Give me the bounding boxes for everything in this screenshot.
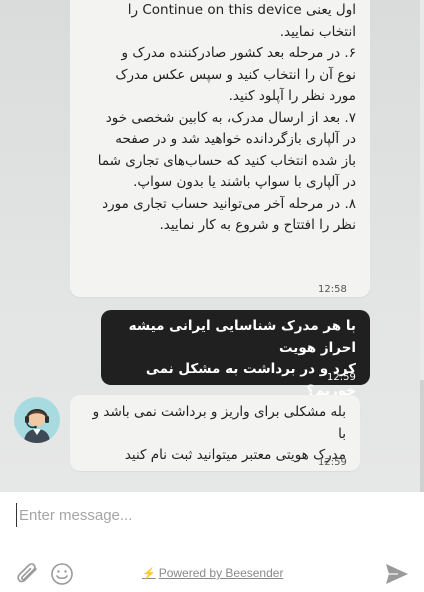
chat-history[interactable]: اول یعنی Continue on this device را انتخ…	[0, 0, 424, 492]
message-line: نوع آن را انتخاب کنید و سپس عکس مدرک	[115, 66, 356, 83]
agent-message-reply: بله مشکلی برای واریز و برداشت نمی باشد و…	[70, 395, 360, 471]
scrollbar-thumb[interactable]	[420, 380, 424, 492]
message-line: ۶. در مرحله بعد کشور صادرکننده مدرک و	[121, 45, 356, 61]
message-line: ۷. بعد از ارسال مدرک، به کابین شخصی خود	[105, 109, 356, 126]
message-line: در آلپاری بازگردانده خواهید شد و در صفحه	[115, 131, 356, 147]
smiley-icon[interactable]	[50, 562, 74, 590]
message-line: با هر مدرک شناسایی ایرانی میشه احراز هوی…	[128, 318, 356, 356]
user-message: با هر مدرک شناسایی ایرانی میشه احراز هوی…	[101, 310, 370, 399]
message-line: مورد نظر را آپلود کنید.	[228, 88, 356, 104]
agent-message-instructions: اول یعنی Continue on this device را انتخ…	[70, 0, 370, 297]
message-timestamp: 12:59	[327, 372, 356, 383]
message-line: ۸. در مرحله آخر می‌توانید حساب تجاری مور…	[102, 195, 356, 212]
message-timestamp: 12:59	[318, 457, 347, 468]
powered-by-text: Powered by Beesender	[158, 566, 284, 580]
message-input[interactable]	[16, 503, 409, 527]
message-timestamp: 12:58	[318, 284, 347, 295]
powered-by-link[interactable]: ⚡ Powered by Beesender	[142, 566, 283, 580]
message-line: در آلپاری با سواپ باشند یا بدون سواپ.	[133, 174, 356, 190]
support-agent-headset-icon	[14, 397, 60, 443]
agent-avatar	[14, 397, 60, 443]
message-composer: ⚡Powered by Beesender	[0, 492, 424, 592]
lightning-icon: ⚡	[142, 568, 156, 580]
message-line: بله مشکلی برای واریز و برداشت نمی باشد و…	[92, 404, 346, 442]
message-line: اول یعنی Continue on this device را	[127, 2, 356, 18]
message-line: مدرک هویتی معتبر میتوانید ثبت نام کنید	[124, 447, 346, 463]
paperclip-icon[interactable]	[16, 563, 42, 591]
send-icon[interactable]	[384, 562, 410, 590]
message-line: باز شده انتخاب کنید که حساب‌های تجاری شم…	[97, 152, 356, 169]
message-line: انتخاب نمایید.	[279, 23, 356, 40]
message-line: نظر را افتتاح و شروع به کار نمایید.	[159, 217, 356, 233]
